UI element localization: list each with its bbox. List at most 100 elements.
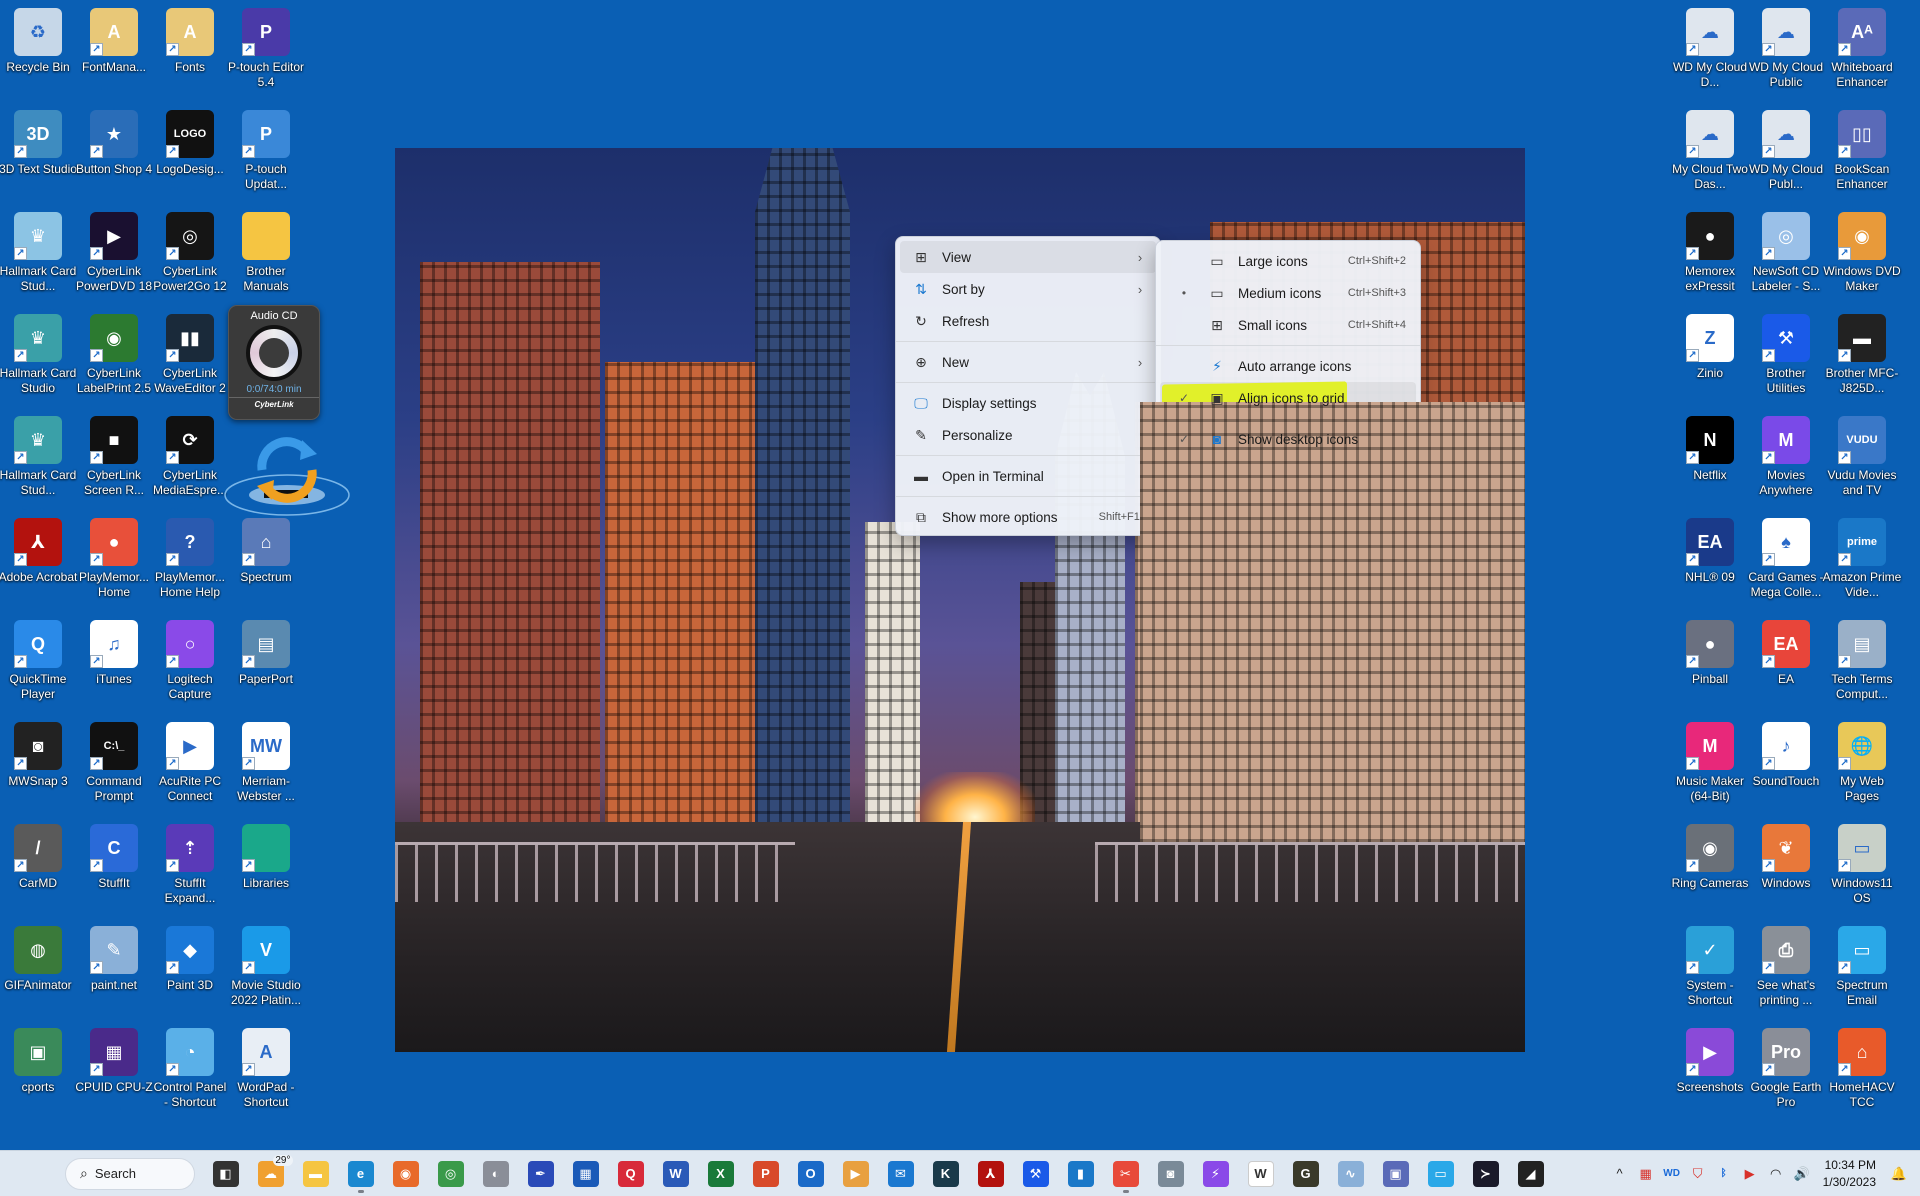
desktop-icon[interactable]: M ↗ Movies Anywhere [1748, 416, 1824, 497]
desktop-icon[interactable]: ◎ ↗ CyberLink Power2Go 12 [152, 212, 228, 293]
desktop-icon[interactable]: ♻ Recycle Bin [0, 8, 76, 75]
menu-item-view[interactable]: ⊞ View › [900, 241, 1156, 273]
bluetooth-icon[interactable]: ᛒ [1713, 1163, 1735, 1185]
taskbar-app-resource-monitor[interactable]: ∿ [1331, 1154, 1371, 1194]
taskbar-app-media-player[interactable]: ▶ [836, 1154, 876, 1194]
audio-cd-widget[interactable]: Audio CD 0:0/74:0 min CyberLink [228, 305, 320, 420]
desktop-icon[interactable]: ▦ ↗ CPUID CPU-Z [75, 1028, 153, 1095]
desktop-icon[interactable]: ◔ ↗ Control Panel - Shortcut [152, 1028, 228, 1109]
desktop-icon[interactable]: ◙ ↗ MWSnap 3 [0, 722, 76, 789]
desktop-icon[interactable]: ♛ ↗ Hallmark Card Stud... [0, 416, 76, 497]
taskbar-app-powerpoint[interactable]: P [746, 1154, 786, 1194]
taskbar-app-powershell[interactable]: ≻ [1466, 1154, 1506, 1194]
taskbar-app-weather[interactable]: ☁ 29° [251, 1154, 293, 1194]
taskbar-app-snipping-tool[interactable]: ✂ [1106, 1154, 1146, 1194]
taskbar-app-sticky-notes[interactable]: ◢ [1511, 1154, 1551, 1194]
start-button[interactable] [15, 1154, 55, 1194]
desktop-icon[interactable]: ▭ ↗ Windows11 OS [1824, 824, 1900, 905]
desktop-icon[interactable]: ✎ ↗ paint.net [76, 926, 152, 993]
taskbar-app-chrome[interactable]: ◎ [431, 1154, 471, 1194]
desktop-icon[interactable]: ◉ ↗ Windows DVD Maker [1823, 212, 1901, 293]
taskbar-app-edge[interactable]: e [341, 1154, 381, 1194]
desktop-icon[interactable]: V ↗ Movie Studio 2022 Platin... [228, 926, 304, 1007]
taskbar-app-system-info[interactable]: ▣ [1376, 1154, 1416, 1194]
desktop-icon[interactable]: N ↗ Netflix [1672, 416, 1748, 483]
desktop-icon[interactable]: ● ↗ Pinball [1672, 620, 1748, 687]
volume-icon[interactable]: 🔊 [1791, 1163, 1813, 1185]
desktop-icon[interactable]: ▯▯ ↗ BookScan Enhancer [1824, 110, 1900, 191]
desktop-icon[interactable]: ▤ ↗ PaperPort [228, 620, 304, 687]
desktop-icon[interactable]: EA ↗ EA [1748, 620, 1824, 687]
desktop-icon[interactable]: M ↗ Music Maker (64-Bit) [1672, 722, 1748, 803]
desktop-icon[interactable]: MW ↗ Merriam-Webster ... [228, 722, 304, 803]
desktop-icon[interactable]: P ↗ P-touch Updat... [228, 110, 304, 191]
desktop-icon[interactable]: ⇡ ↗ StuffIt Expand... [152, 824, 228, 905]
desktop-icon[interactable]: Aᴬ ↗ Whiteboard Enhancer [1824, 8, 1900, 89]
desktop-icon[interactable]: ● ↗ PlayMemor... Home [76, 518, 152, 599]
taskbar-app-phone-link[interactable]: ▮ [1061, 1154, 1101, 1194]
desktop-icon[interactable]: ☁ ↗ WD My Cloud D... [1672, 8, 1748, 89]
desktop-icon[interactable]: prime ↗ Amazon Prime Vide... [1823, 518, 1901, 599]
desktop-icon[interactable]: Q ↗ QuickTime Player [0, 620, 76, 701]
menu-item-display-settings[interactable]: 🖵 Display settings [900, 387, 1156, 419]
submenu-item-large-icons[interactable]: ▭ Large icons Ctrl+Shift+2 [1160, 245, 1416, 277]
taskbar-app-brother-utilities[interactable]: ⚒ [1016, 1154, 1056, 1194]
desktop-icon[interactable]: ↗ Libraries [228, 824, 304, 891]
desktop-icon[interactable]: P ↗ P-touch Editor 5.4 [228, 8, 304, 89]
mcafee-icon[interactable]: ⛉ [1687, 1163, 1709, 1185]
media-play-tray-icon[interactable]: ▶ [1739, 1163, 1761, 1185]
desktop-icon[interactable]: ■ ↗ CyberLink Screen R... [76, 416, 152, 497]
desktop-icon[interactable]: VUDU ↗ Vudu Movies and TV [1824, 416, 1900, 497]
desktop-icon[interactable]: ◎ ↗ NewSoft CD Labeler - S... [1748, 212, 1824, 293]
desktop-icon[interactable]: ✓ ↗ System - Shortcut [1672, 926, 1748, 1007]
desktop-icon[interactable]: ❦ ↗ Windows [1748, 824, 1824, 891]
menu-item-open-in-terminal[interactable]: ▬ Open in Terminal [900, 460, 1156, 492]
desktop-icon[interactable]: ⅄ ↗ Adobe Acrobat [0, 518, 77, 585]
desktop-icon[interactable]: ⟳ ↗ CyberLink MediaEspre... [152, 416, 228, 497]
taskbar-app-microsoft-store[interactable]: ▦ [566, 1154, 606, 1194]
clock[interactable]: 10:34 PM 1/30/2023 [1823, 1157, 1876, 1191]
desktop-icon[interactable]: ♛ ↗ Hallmark Card Stud... [0, 212, 76, 293]
taskbar-search-box[interactable]: ⌕ Search [65, 1157, 195, 1190]
submenu-item-medium-icons[interactable]: • ▭ Medium icons Ctrl+Shift+3 [1160, 277, 1416, 309]
desktop-icon[interactable]: 🌐 ↗ My Web Pages [1824, 722, 1900, 803]
wifi-icon[interactable]: ◠ [1765, 1163, 1787, 1185]
desktop-icon[interactable]: A ↗ FontMana... [76, 8, 152, 75]
desktop-icon[interactable]: ♠ ↗ Card Games - Mega Colle... [1748, 518, 1824, 599]
desktop-icon[interactable]: A ↗ WordPad - Shortcut [228, 1028, 304, 1109]
menu-item-show-more-options[interactable]: ⧉ Show more options Shift+F10 [900, 501, 1156, 533]
taskbar-app-mail[interactable]: ✉ [881, 1154, 921, 1194]
taskbar-app-g-app[interactable]: G [1286, 1154, 1326, 1194]
menu-item-refresh[interactable]: ↻ Refresh [900, 305, 1156, 337]
desktop-icon[interactable]: ⚒ ↗ Brother Utilities [1748, 314, 1824, 395]
taskbar-app-screen-recorder[interactable]: ◙ [1151, 1154, 1191, 1194]
menu-item-new[interactable]: ⊕ New › [900, 346, 1156, 378]
desktop-icon[interactable]: ▮▮ ↗ CyberLink WaveEditor 2 [152, 314, 228, 395]
taskbar-app-firefox[interactable]: ◉ [386, 1154, 426, 1194]
desktop-icon[interactable]: ▤ ↗ Tech Terms Comput... [1824, 620, 1900, 701]
desktop-icon[interactable]: ● ↗ Memorex exPressit [1672, 212, 1748, 293]
taskbar-app-outlook[interactable]: O [791, 1154, 831, 1194]
desktop-icon[interactable]: ▣ cports [0, 1028, 76, 1095]
taskbar-app-word[interactable]: W [656, 1154, 696, 1194]
taskbar-app-k-app[interactable]: K [926, 1154, 966, 1194]
submenu-item-small-icons[interactable]: ⊞ Small icons Ctrl+Shift+4 [1160, 309, 1416, 341]
desktop-icon[interactable]: Z ↗ Zinio [1672, 314, 1748, 381]
desktop-icon[interactable]: ⌂ ↗ Spectrum [228, 518, 304, 585]
cpu-temp-icon[interactable]: ▦ [1635, 1163, 1657, 1185]
desktop-icon[interactable]: ◆ ↗ Paint 3D [152, 926, 228, 993]
desktop-icon[interactable]: ? ↗ PlayMemor... Home Help [152, 518, 228, 599]
taskbar-app-task-view[interactable]: ◧ [206, 1154, 246, 1194]
desktop-icon[interactable]: C:\_ ↗ Command Prompt [76, 722, 152, 803]
desktop-icon[interactable]: ▶ ↗ CyberLink PowerDVD 18 [76, 212, 152, 293]
taskbar-app-spectrum-email[interactable]: ▭ [1421, 1154, 1461, 1194]
desktop-icon[interactable]: ⌂ ↗ HomeHACV TCC [1824, 1028, 1900, 1109]
desktop-icon[interactable]: ◉ ↗ Ring Cameras [1672, 824, 1748, 891]
show-hidden-chevron-icon[interactable]: ^ [1609, 1163, 1631, 1185]
desktop-icon[interactable]: ▭ ↗ Spectrum Email [1824, 926, 1900, 1007]
desktop-icon[interactable]: LOGO ↗ LogoDesig... [152, 110, 228, 177]
desktop-icon[interactable]: ▶ ↗ Screenshots [1672, 1028, 1748, 1095]
desktop[interactable]: ♻ Recycle Bin A ↗ FontMana... A ↗ Fonts P ↗ P-touc… [0, 0, 1920, 1150]
desktop-icon[interactable]: A ↗ Fonts [152, 8, 228, 75]
desktop-icon[interactable]: / ↗ CarMD [0, 824, 76, 891]
